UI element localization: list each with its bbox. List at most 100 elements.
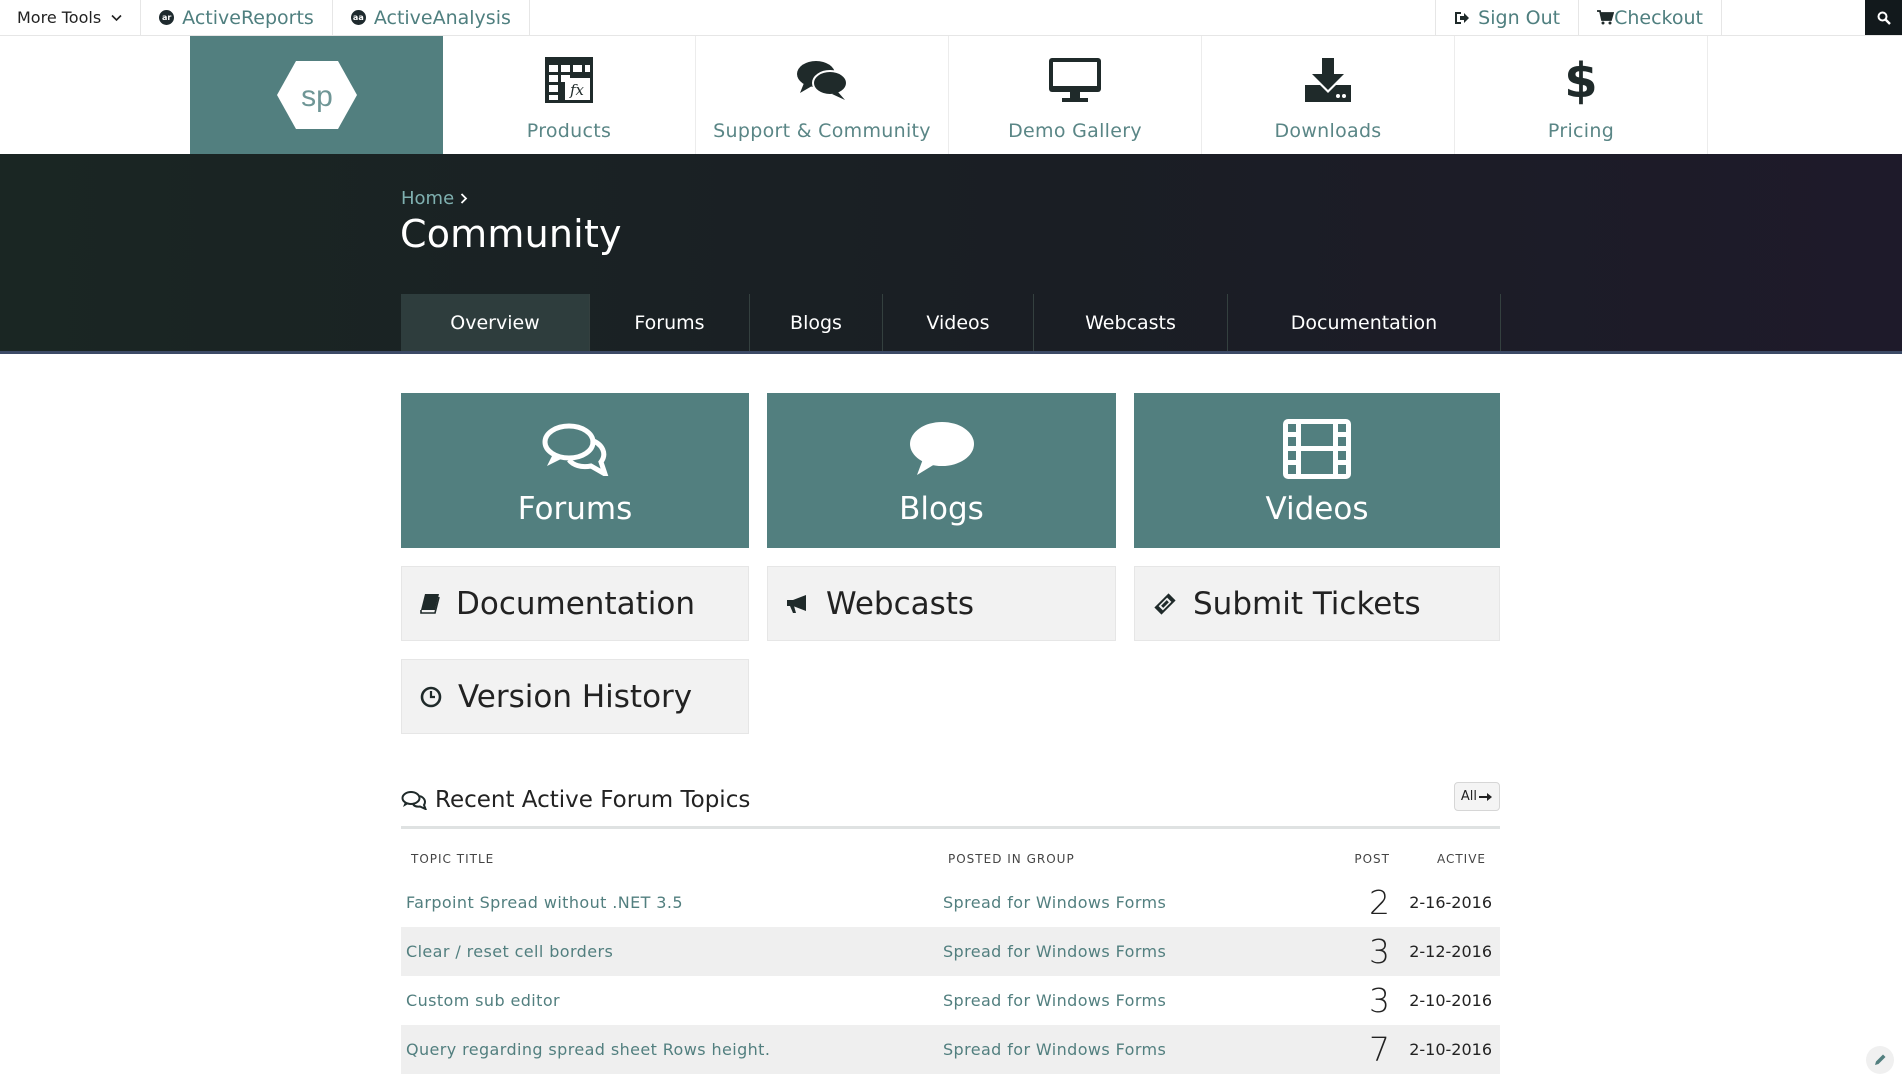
active-reports-logo-icon: ar	[159, 10, 175, 25]
post-count: 2	[1369, 883, 1390, 922]
chat-bubbles-icon	[401, 790, 435, 810]
version-history-link-label: Version History	[458, 678, 693, 715]
topic-title-link[interactable]: Custom sub editor	[406, 991, 560, 1010]
column-header-topic-title[interactable]: TOPIC TITLE	[401, 840, 938, 878]
page-header-banner: Home Community Overview Forums Blogs Vid…	[0, 154, 1902, 354]
post-count: 3	[1308, 927, 1390, 976]
tab-overview-label: Overview	[450, 311, 540, 334]
nav-support-community[interactable]: Support & Community	[696, 36, 949, 154]
version-history-link[interactable]: Version History	[401, 659, 749, 734]
recent-forum-topics-title: Recent Active Forum Topics	[401, 787, 750, 813]
recent-forum-topics-title-text: Recent Active Forum Topics	[435, 787, 751, 813]
active-analysis-link[interactable]: aa ActiveAnalysis	[333, 0, 530, 35]
column-header-post[interactable]: POST	[1308, 840, 1390, 878]
brand-logo[interactable]: sp	[190, 36, 443, 154]
download-icon	[1305, 58, 1351, 102]
active-reports-link[interactable]: ar ActiveReports	[141, 0, 333, 35]
chevron-right-icon	[460, 193, 468, 204]
chevron-down-icon	[111, 14, 122, 22]
tab-documentation-label: Documentation	[1290, 311, 1438, 334]
ticket-icon	[1153, 592, 1177, 615]
blogs-tile[interactable]: Blogs	[767, 393, 1116, 548]
tab-documentation[interactable]: Documentation	[1228, 294, 1501, 351]
active-reports-label: ActiveReports	[182, 6, 314, 29]
table-row: Farpoint Spread without .NET 3.5 Spread …	[401, 878, 1500, 927]
sign-out-icon	[1454, 11, 1478, 25]
search-button[interactable]	[1865, 0, 1902, 35]
all-topics-label: All	[1460, 789, 1477, 804]
arrow-right-icon	[1477, 792, 1493, 802]
edit-page-button[interactable]	[1866, 1046, 1894, 1074]
tab-blogs[interactable]: Blogs	[750, 294, 883, 351]
nav-products[interactable]: fx Products	[443, 36, 696, 154]
breadcrumb: Home	[401, 188, 468, 209]
group-link[interactable]: Spread for Windows Forms	[943, 1040, 1166, 1059]
table-header-row: TOPIC TITLE POSTED IN GROUP POST ACTIVE	[401, 840, 1500, 878]
blogs-tile-label: Blogs	[899, 491, 984, 527]
nav-demo-gallery[interactable]: Demo Gallery	[949, 36, 1202, 154]
nav-downloads[interactable]: Downloads	[1202, 36, 1455, 154]
videos-tile-label: Videos	[1265, 491, 1369, 527]
submit-tickets-link[interactable]: Submit Tickets	[1134, 566, 1500, 641]
top-utility-bar: More Tools ar ActiveReports aa ActiveAna…	[0, 0, 1902, 36]
column-header-active[interactable]: ACTIVE	[1390, 840, 1500, 878]
last-active-date: 2-16-2016	[1409, 893, 1492, 912]
topic-title-link[interactable]: Farpoint Spread without .NET 3.5	[406, 893, 683, 912]
checkout-link[interactable]: Checkout	[1579, 0, 1722, 35]
forum-topics-table: TOPIC TITLE POSTED IN GROUP POST ACTIVE …	[401, 840, 1500, 1074]
tab-forums[interactable]: Forums	[590, 294, 750, 351]
tab-videos[interactable]: Videos	[883, 294, 1034, 351]
nav-support-community-label: Support & Community	[713, 120, 931, 142]
submit-tickets-link-label: Submit Tickets	[1193, 585, 1421, 622]
spreadsheet-formula-icon: fx	[545, 57, 593, 103]
pencil-icon	[1873, 1053, 1887, 1067]
nav-pricing-label: Pricing	[1547, 120, 1615, 142]
header-underline	[0, 351, 1902, 354]
monitor-icon	[1049, 58, 1101, 102]
sign-out-label: Sign Out	[1478, 6, 1561, 29]
forums-tile-label: Forums	[517, 491, 633, 527]
column-header-posted-in-group[interactable]: POSTED IN GROUP	[938, 840, 1308, 878]
chat-bubbles-icon	[542, 423, 609, 476]
chat-bubbles-icon	[797, 61, 848, 100]
webcasts-link-label: Webcasts	[826, 585, 975, 622]
search-icon	[1877, 11, 1891, 25]
last-active-date: 2-12-2016	[1390, 927, 1500, 976]
forums-tile[interactable]: Forums	[401, 393, 749, 548]
documentation-link[interactable]: Documentation	[401, 566, 749, 641]
nav-products-label: Products	[526, 120, 612, 142]
videos-tile[interactable]: Videos	[1134, 393, 1500, 548]
all-topics-button[interactable]: All	[1453, 782, 1500, 811]
megaphone-icon	[786, 594, 810, 614]
group-link[interactable]: Spread for Windows Forms	[943, 942, 1166, 961]
group-link[interactable]: Spread for Windows Forms	[943, 991, 1166, 1010]
spread-logo-icon: sp	[276, 61, 357, 129]
active-analysis-label: ActiveAnalysis	[373, 6, 511, 29]
breadcrumb-home-link[interactable]: Home	[401, 188, 454, 209]
nav-pricing[interactable]: $ Pricing	[1455, 36, 1708, 154]
tab-webcasts-label: Webcasts	[1085, 311, 1176, 334]
tab-webcasts[interactable]: Webcasts	[1034, 294, 1228, 351]
dollar-icon: $	[1566, 55, 1596, 105]
sign-out-link[interactable]: Sign Out	[1435, 0, 1580, 35]
tab-videos-label: Videos	[926, 311, 990, 334]
webcasts-link[interactable]: Webcasts	[767, 566, 1116, 641]
more-tools-dropdown[interactable]: More Tools	[0, 0, 142, 35]
table-row: Custom sub editor Spread for Windows For…	[401, 976, 1500, 1025]
topic-title-link[interactable]: Query regarding spread sheet Rows height…	[406, 1040, 770, 1059]
shopping-cart-icon	[1597, 10, 1615, 25]
speech-bubble-icon	[909, 422, 974, 475]
group-link[interactable]: Spread for Windows Forms	[943, 893, 1166, 912]
nav-demo-gallery-label: Demo Gallery	[1008, 120, 1142, 142]
main-navigation: sp fx Products Support & Community Demo …	[190, 36, 1708, 154]
tab-overview[interactable]: Overview	[401, 294, 590, 351]
community-subnav: Overview Forums Blogs Videos Webcasts Do…	[401, 294, 1501, 351]
tab-blogs-label: Blogs	[790, 311, 842, 334]
brand-logo-text: sp	[301, 80, 333, 113]
svg-text:fx: fx	[569, 81, 585, 99]
nav-downloads-label: Downloads	[1274, 120, 1382, 142]
topic-title-link[interactable]: Clear / reset cell borders	[406, 942, 613, 961]
last-active-date: 2-10-2016	[1409, 991, 1492, 1010]
book-icon	[420, 593, 440, 615]
